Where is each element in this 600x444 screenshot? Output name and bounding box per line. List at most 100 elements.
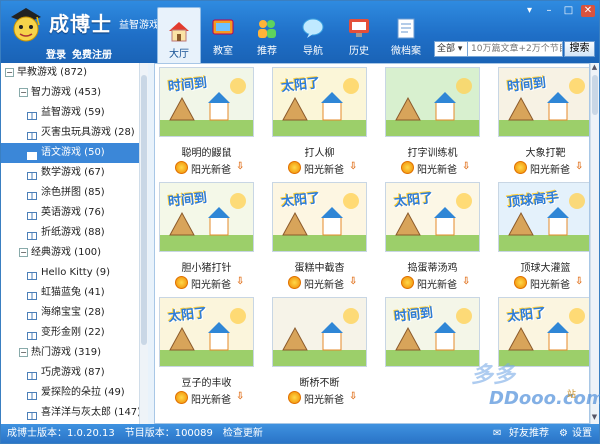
game-card[interactable]: 太阳了捣蛋蒂汤鸡阳光新爸 ⇩ (385, 182, 480, 300)
skin-icon[interactable]: ▾ (523, 5, 537, 17)
game-title[interactable]: 顶球大灌篮 (498, 259, 589, 274)
author-name[interactable]: 阳光新爸 (304, 161, 344, 176)
tree-item-label: 益智游戏 (59) (41, 107, 105, 118)
download-icon[interactable]: ⇩ (236, 276, 245, 288)
tree-item[interactable]: − 经典游戏 (100) (1, 243, 139, 263)
register-link[interactable]: 免费注册 (72, 46, 112, 61)
sidebar-scroll-thumb[interactable] (141, 75, 147, 345)
tree-toggle-icon[interactable]: − (19, 247, 28, 257)
tree-item[interactable]: 爱探险的朵拉 (49) (1, 383, 139, 403)
search-scope-select[interactable]: 全部 ▾ (434, 41, 468, 57)
tree-item[interactable]: − 早教游戏 (872) (1, 63, 139, 83)
game-card[interactable]: 顶球高手顶球大灌篮阳光新爸 ⇩ (498, 182, 589, 300)
download-icon[interactable]: ⇩ (575, 276, 584, 288)
game-title[interactable]: 捣蛋蒂汤鸡 (385, 259, 480, 274)
nav-navigation[interactable]: 导航 (291, 5, 335, 61)
game-thumbnail[interactable]: 时间到 (498, 67, 589, 137)
tree-item[interactable]: − 热门游戏 (319) (1, 343, 139, 363)
game-title[interactable]: 聪明的鼹鼠 (159, 144, 254, 159)
game-thumbnail[interactable] (385, 67, 480, 137)
friend-recommend-icon[interactable]: ✉ (493, 424, 501, 443)
game-title[interactable]: 断桥不断 (272, 374, 367, 389)
tree-item[interactable]: 涂色拼图 (85) (1, 183, 139, 203)
nav-micro-archive[interactable]: 微档案 (384, 5, 428, 61)
author-name[interactable]: 阳光新爸 (304, 276, 344, 291)
game-title[interactable]: 豆子的丰收 (159, 374, 254, 389)
login-link[interactable]: 登录 (46, 46, 66, 61)
author-name[interactable]: 阳光新爸 (191, 161, 231, 176)
settings-link[interactable]: 设置 (572, 424, 592, 443)
game-thumbnail[interactable]: 顶球高手 (498, 182, 589, 252)
tree-item[interactable]: 折纸游戏 (88) (1, 223, 139, 243)
download-icon[interactable]: ⇩ (349, 161, 358, 173)
author-name[interactable]: 阳光新爸 (304, 391, 344, 406)
nav-classroom[interactable]: 教室 (201, 5, 245, 61)
game-thumbnail[interactable]: 时间到 (159, 67, 254, 137)
tree-item[interactable]: 英语游戏 (76) (1, 203, 139, 223)
game-title[interactable]: 大象打靶 (498, 144, 589, 159)
game-title[interactable]: 胆小猪打针 (159, 259, 254, 274)
author-name[interactable]: 阳光新爸 (191, 276, 231, 291)
download-icon[interactable]: ⇩ (236, 391, 245, 403)
scroll-down-icon[interactable]: ▼ (590, 413, 599, 423)
tree-toggle-icon[interactable]: − (19, 87, 28, 97)
nav-history[interactable]: 历史 (337, 5, 381, 61)
content-scrollbar[interactable] (590, 63, 599, 424)
tree-item[interactable]: − 智力游戏 (453) (1, 83, 139, 103)
nav-hall[interactable]: 大厅 (157, 7, 201, 63)
download-icon[interactable]: ⇩ (462, 276, 471, 288)
download-icon[interactable]: ⇩ (462, 161, 471, 173)
game-title[interactable]: 打人柳 (272, 144, 367, 159)
game-thumbnail[interactable]: 太阳了 (272, 182, 367, 252)
game-card[interactable]: 太阳了打人柳阳光新爸 ⇩ (272, 67, 367, 185)
game-card[interactable]: 打字训练机阳光新爸 ⇩ (385, 67, 480, 185)
app-subtitle: 益智游戏 (119, 20, 159, 31)
close-icon[interactable]: ✕ (581, 5, 595, 17)
game-card[interactable]: 太阳了蛋糕中截杳阳光新爸 ⇩ (272, 182, 367, 300)
game-card[interactable]: 时间到大象打靶阳光新爸 ⇩ (498, 67, 589, 185)
download-icon[interactable]: ⇩ (575, 161, 584, 173)
tree-item[interactable]: 巧虎游戏 (87) (1, 363, 139, 383)
game-thumbnail[interactable]: 太阳了 (159, 297, 254, 367)
tree-item[interactable]: 语文游戏 (50) (1, 143, 139, 163)
game-card[interactable]: 时间到 (385, 297, 480, 415)
author-name[interactable]: 阳光新爸 (417, 276, 457, 291)
game-thumbnail[interactable]: 太阳了 (272, 67, 367, 137)
game-card[interactable]: 太阳了豆子的丰收阳光新爸 ⇩ (159, 297, 254, 415)
tree-item[interactable]: 数学游戏 (67) (1, 163, 139, 183)
settings-icon[interactable]: ⚙ (559, 424, 568, 443)
download-icon[interactable]: ⇩ (236, 161, 245, 173)
game-title[interactable]: 打字训练机 (385, 144, 480, 159)
download-icon[interactable]: ⇩ (349, 276, 358, 288)
search-button[interactable]: 搜索 (564, 41, 595, 57)
scroll-up-icon[interactable]: ▲ (590, 63, 599, 73)
content-scroll-thumb[interactable] (592, 75, 598, 115)
game-thumbnail[interactable]: 太阳了 (385, 182, 480, 252)
game-card[interactable]: 时间到聪明的鼹鼠阳光新爸 ⇩ (159, 67, 254, 185)
game-card[interactable]: 时间到胆小猪打针阳光新爸 ⇩ (159, 182, 254, 300)
game-thumbnail[interactable]: 时间到 (159, 182, 254, 252)
game-title[interactable]: 蛋糕中截杳 (272, 259, 367, 274)
download-icon[interactable]: ⇩ (349, 391, 358, 403)
nav-recommend[interactable]: 推荐 (245, 5, 289, 61)
author-name[interactable]: 阳光新爸 (530, 276, 570, 291)
author-name[interactable]: 阳光新爸 (530, 161, 570, 176)
tree-item[interactable]: 虹猫蓝兔 (41) (1, 283, 139, 303)
game-thumbnail[interactable] (272, 297, 367, 367)
game-thumbnail[interactable]: 时间到 (385, 297, 480, 367)
tree-toggle-icon[interactable]: − (19, 347, 28, 357)
tree-item[interactable]: 喜洋洋与灰太郎 (147) (1, 403, 141, 423)
tree-item[interactable]: 灭害虫玩具游戏 (28) (1, 123, 139, 143)
maximize-icon[interactable]: □ (562, 5, 576, 17)
tree-item[interactable]: Hello Kitty (9) (1, 263, 139, 283)
tree-item[interactable]: 海绵宝宝 (28) (1, 303, 139, 323)
minimize-icon[interactable]: – (542, 5, 556, 17)
game-card[interactable]: 断桥不断阳光新爸 ⇩ (272, 297, 367, 415)
tree-toggle-icon[interactable]: − (5, 67, 14, 77)
tree-item[interactable]: 益智游戏 (59) (1, 103, 139, 123)
author-name[interactable]: 阳光新爸 (417, 161, 457, 176)
search-input[interactable] (467, 41, 563, 57)
author-name[interactable]: 阳光新爸 (191, 391, 231, 406)
friend-recommend-link[interactable]: 好友推荐 (509, 424, 549, 443)
tree-item[interactable]: 变形金刚 (22) (1, 323, 139, 343)
